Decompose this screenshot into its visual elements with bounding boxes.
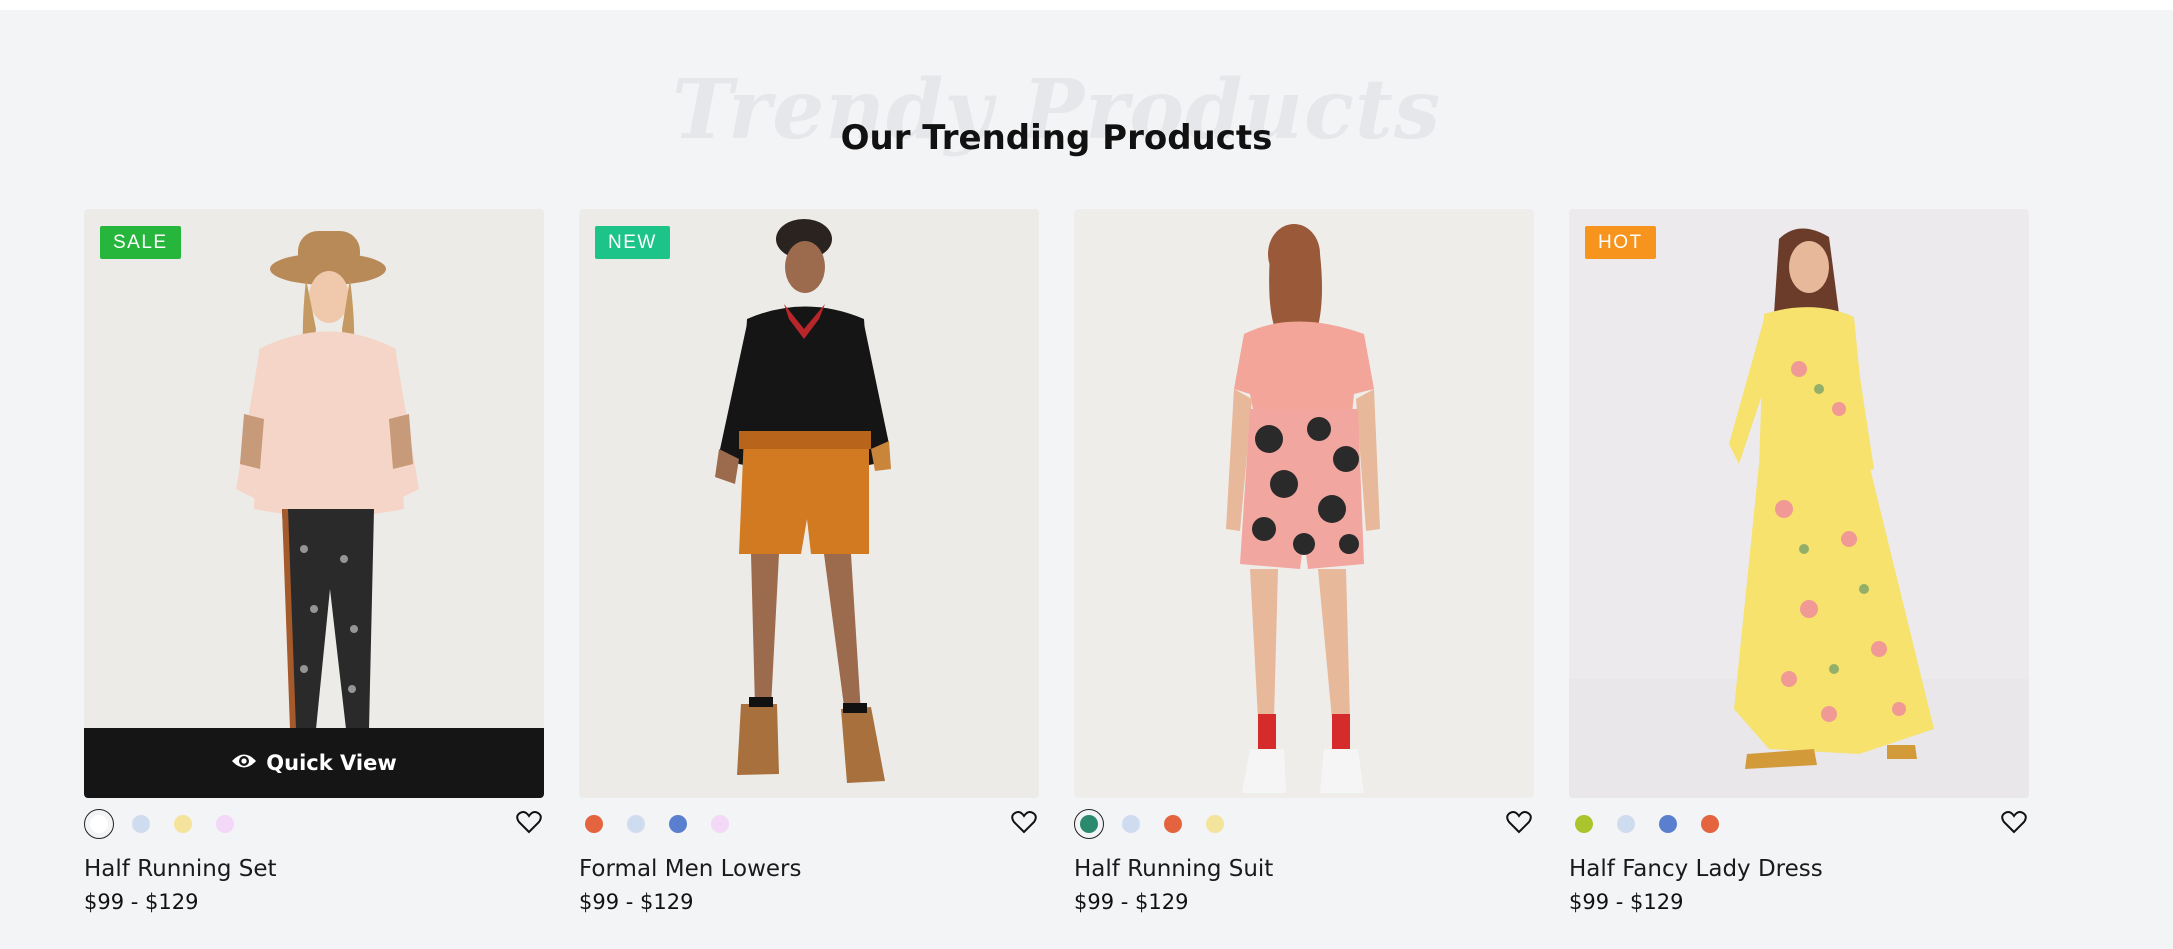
color-swatch[interactable]: [705, 809, 735, 839]
product-card[interactable]: SALE Quick View Half Running Set $99 - $…: [84, 209, 544, 914]
product-name[interactable]: Formal Men Lowers: [579, 856, 1039, 882]
color-swatch[interactable]: [663, 809, 693, 839]
color-swatch[interactable]: [1158, 809, 1188, 839]
product-name[interactable]: Half Running Suit: [1074, 856, 1534, 882]
color-swatch[interactable]: [1116, 809, 1146, 839]
product-name[interactable]: Half Running Set: [84, 856, 544, 882]
trending-products-section: Trendy Products Our Trending Products SA…: [0, 10, 2173, 949]
color-swatch[interactable]: [1611, 809, 1641, 839]
product-price: $99 - $129: [1074, 890, 1189, 914]
color-swatch[interactable]: [1569, 809, 1599, 839]
color-swatches: [84, 798, 544, 850]
product-card[interactable]: NEW Formal Men Lowers $99 - $129: [579, 209, 1039, 914]
color-swatch[interactable]: [84, 809, 114, 839]
badge-hot: HOT: [1585, 226, 1656, 259]
color-swatch[interactable]: [1074, 809, 1104, 839]
quick-view-label: Quick View: [266, 751, 397, 775]
section-title: Our Trending Products: [840, 118, 1273, 158]
color-swatch[interactable]: [1200, 809, 1230, 839]
woman-in-yellow-dress-figure: [1569, 228, 2029, 798]
heart-icon[interactable]: [1011, 810, 1037, 838]
product-price: $99 - $129: [84, 890, 199, 914]
product-image[interactable]: NEW: [579, 209, 1039, 798]
heart-icon[interactable]: [1506, 810, 1532, 838]
product-price: $99 - $129: [1569, 890, 1684, 914]
color-swatch[interactable]: [579, 809, 609, 839]
color-swatches: [579, 798, 1039, 850]
product-card[interactable]: HOT Half Fancy Lady Dress $99 - $129: [1569, 209, 2029, 914]
heart-icon[interactable]: [516, 810, 542, 838]
product-name[interactable]: Half Fancy Lady Dress: [1569, 856, 2029, 882]
color-swatch[interactable]: [210, 809, 240, 839]
woman-back-view-figure: [1226, 224, 1380, 793]
product-image[interactable]: HOT: [1569, 209, 2029, 798]
color-swatch[interactable]: [1653, 809, 1683, 839]
eye-icon: [231, 751, 257, 775]
color-swatches: [1569, 798, 2029, 850]
product-image[interactable]: [1074, 209, 1534, 798]
color-swatch[interactable]: [1695, 809, 1725, 839]
product-card[interactable]: Half Running Suit $99 - $129: [1074, 209, 1534, 914]
color-swatch[interactable]: [621, 809, 651, 839]
quick-view-button[interactable]: Quick View: [84, 728, 544, 798]
heart-icon[interactable]: [2001, 810, 2027, 838]
color-swatch[interactable]: [168, 809, 198, 839]
man-in-orange-shorts-figure: [715, 219, 891, 783]
color-swatch[interactable]: [126, 809, 156, 839]
badge-sale: SALE: [100, 226, 181, 259]
color-swatches: [1074, 798, 1534, 850]
badge-new: NEW: [595, 226, 670, 259]
product-price: $99 - $129: [579, 890, 694, 914]
product-image[interactable]: SALE Quick View: [84, 209, 544, 798]
woman-in-hat-figure: [236, 231, 419, 729]
